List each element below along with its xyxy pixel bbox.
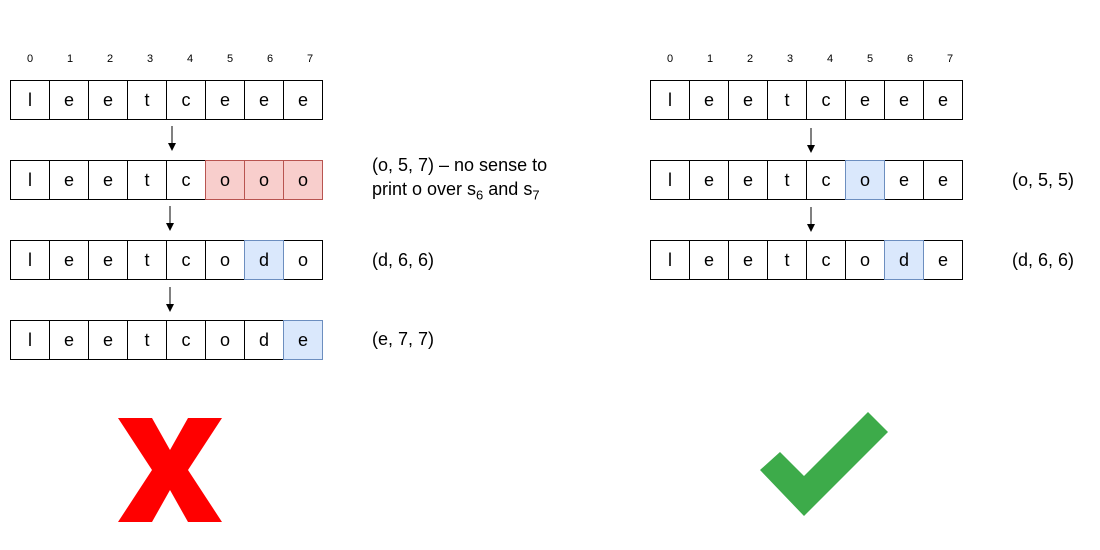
- char-cell: o: [845, 240, 885, 280]
- char-cell: o: [205, 240, 245, 280]
- index-label: 7: [306, 53, 314, 65]
- char-cell: e: [283, 80, 323, 120]
- step-label: (o, 5, 5): [1012, 170, 1075, 190]
- char-cell: e: [923, 160, 963, 200]
- step-label-line: (o, 5, 7) – no sense to: [372, 155, 548, 175]
- index-label: 5: [866, 53, 874, 65]
- char-cell: t: [127, 320, 167, 360]
- char-cell: c: [806, 80, 846, 120]
- char-cell: t: [127, 80, 167, 120]
- char-cell: l: [10, 240, 50, 280]
- char-cell: l: [650, 160, 690, 200]
- char-cell: t: [127, 240, 167, 280]
- index-label: 4: [186, 53, 194, 65]
- char-cell: e: [923, 80, 963, 120]
- char-cell: d: [244, 320, 284, 360]
- char-cell: o: [205, 320, 245, 360]
- step-label-text: and s: [483, 179, 533, 199]
- char-cell: e: [845, 80, 885, 120]
- char-cell: e: [923, 240, 963, 280]
- step-label: (o, 5, 7) – no sense to print o over s6 …: [372, 153, 547, 208]
- string-row: l e e t c o d e: [10, 320, 330, 360]
- char-cell: e: [884, 80, 924, 120]
- char-cell: t: [767, 80, 807, 120]
- subscript: 7: [532, 187, 540, 203]
- index-label: 0: [26, 53, 34, 65]
- string-row: l e e t c e e e: [10, 80, 330, 120]
- index-label: 7: [946, 53, 954, 65]
- char-cell: o: [283, 240, 323, 280]
- down-arrow-icon: [166, 287, 174, 312]
- step-label-line: print o over s6 and s7: [372, 177, 547, 208]
- char-cell: l: [10, 320, 50, 360]
- left-panel: 0 1 2 3 4 5 6 7 l e e t c e e e l e e t …: [10, 0, 547, 550]
- index-label: 2: [746, 53, 754, 65]
- char-cell-highlighted: o: [205, 160, 245, 200]
- step-label-text: print o over s: [372, 179, 477, 199]
- string-row: l e e t c o o o: [10, 160, 330, 200]
- string-row: l e e t c o d o: [10, 240, 330, 280]
- down-arrow-icon: [807, 128, 815, 153]
- index-label: 1: [66, 53, 74, 65]
- char-cell: l: [650, 80, 690, 120]
- char-cell: e: [689, 240, 729, 280]
- char-cell: e: [728, 160, 768, 200]
- char-cell: c: [166, 80, 206, 120]
- char-cell: c: [806, 240, 846, 280]
- string-row: l e e t c o e e: [650, 160, 970, 200]
- index-label: 1: [706, 53, 714, 65]
- char-cell: c: [166, 320, 206, 360]
- right-panel: 0 1 2 3 4 5 6 7 l e e t c e e e l e e t …: [650, 0, 1100, 550]
- down-arrow-icon: [166, 206, 174, 231]
- char-cell: e: [728, 80, 768, 120]
- char-cell: c: [806, 160, 846, 200]
- char-cell: t: [127, 160, 167, 200]
- check-icon: [760, 412, 888, 516]
- char-cell: l: [650, 240, 690, 280]
- char-cell-highlighted: o: [244, 160, 284, 200]
- index-label: 0: [666, 53, 674, 65]
- char-cell: e: [88, 160, 128, 200]
- index-label: 3: [786, 53, 794, 65]
- char-cell-highlighted: e: [283, 320, 323, 360]
- char-cell: t: [767, 160, 807, 200]
- cross-icon: [118, 418, 222, 522]
- index-label: 2: [106, 53, 114, 65]
- step-label: (d, 6, 6): [1012, 250, 1075, 270]
- char-cell: e: [205, 80, 245, 120]
- char-cell: e: [689, 80, 729, 120]
- down-arrow-icon: [807, 207, 815, 232]
- char-cell: e: [88, 240, 128, 280]
- step-label: (d, 6, 6): [372, 250, 435, 270]
- char-cell: c: [166, 160, 206, 200]
- char-cell: e: [88, 80, 128, 120]
- char-cell: l: [10, 80, 50, 120]
- step-label: (e, 7, 7): [372, 329, 435, 349]
- char-cell: e: [884, 160, 924, 200]
- char-cell: e: [49, 160, 89, 200]
- char-cell: e: [728, 240, 768, 280]
- index-label: 6: [906, 53, 914, 65]
- char-cell: e: [49, 240, 89, 280]
- char-cell: e: [689, 160, 729, 200]
- char-cell: c: [166, 240, 206, 280]
- index-label: 3: [146, 53, 154, 65]
- down-arrow-icon: [168, 126, 176, 151]
- char-cell-highlighted: d: [884, 240, 924, 280]
- char-cell: e: [49, 80, 89, 120]
- char-cell: l: [10, 160, 50, 200]
- string-row: l e e t c o d e: [650, 240, 970, 280]
- string-row: l e e t c e e e: [650, 80, 970, 120]
- char-cell: t: [767, 240, 807, 280]
- index-label: 5: [226, 53, 234, 65]
- char-cell-highlighted: d: [244, 240, 284, 280]
- index-label: 6: [266, 53, 274, 65]
- char-cell-highlighted: o: [845, 160, 885, 200]
- char-cell-highlighted: o: [283, 160, 323, 200]
- char-cell: e: [244, 80, 284, 120]
- char-cell: e: [49, 320, 89, 360]
- char-cell: e: [88, 320, 128, 360]
- index-label: 4: [826, 53, 834, 65]
